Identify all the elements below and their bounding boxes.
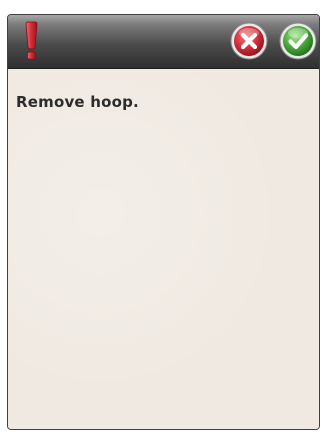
confirm-button[interactable] bbox=[279, 22, 317, 60]
alert-dialog: Remove hoop. bbox=[7, 14, 320, 430]
exclamation-icon bbox=[25, 21, 38, 60]
cancel-button[interactable] bbox=[230, 22, 268, 60]
dialog-body: Remove hoop. bbox=[8, 69, 319, 429]
dialog-titlebar bbox=[8, 15, 319, 69]
dialog-message: Remove hoop. bbox=[16, 93, 139, 111]
